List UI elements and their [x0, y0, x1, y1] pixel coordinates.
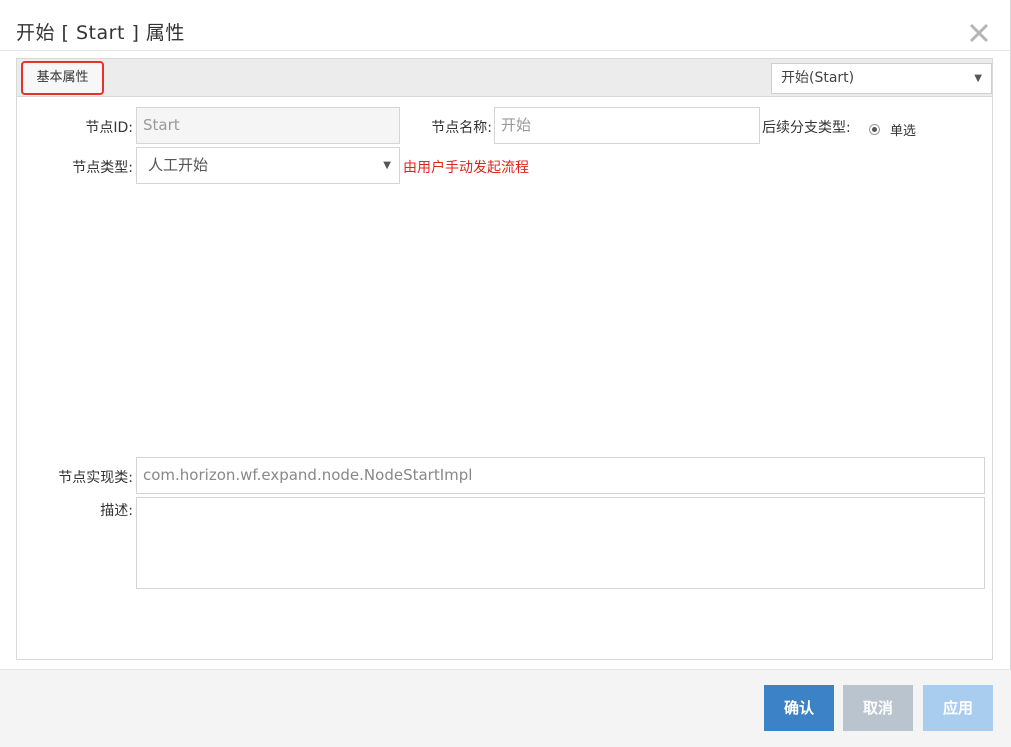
node-type-hint: 由用户手动发起流程: [403, 160, 529, 176]
dialog-footer: 确认 取消 应用: [0, 670, 1011, 747]
close-icon[interactable]: [968, 22, 990, 44]
node-name-field[interactable]: 开始: [494, 107, 760, 144]
branch-type-option-label: 单选: [890, 124, 917, 139]
properties-dialog: 开始 [ Start ] 属性 基本属性 开始(Start) ▼ 节点ID: S…: [0, 0, 1011, 747]
node-type-label: 节点类型:: [72, 160, 133, 176]
confirm-button[interactable]: 确认: [764, 685, 834, 731]
tab-basic-properties[interactable]: 基本属性: [21, 61, 104, 95]
description-textarea[interactable]: [136, 497, 985, 589]
description-label: 描述:: [100, 503, 133, 519]
node-name-label: 节点名称:: [431, 120, 492, 136]
node-type-select[interactable]: 人工开始 ▼: [136, 147, 400, 184]
tab-bar: 基本属性 开始(Start) ▼: [17, 59, 992, 97]
dialog-title: 开始 [ Start ] 属性: [16, 22, 185, 44]
apply-button[interactable]: 应用: [923, 685, 993, 731]
node-type-value: 人工开始: [148, 156, 209, 174]
cancel-button[interactable]: 取消: [843, 685, 913, 731]
node-id-label: 节点ID:: [85, 120, 133, 136]
branch-type-label: 后续分支类型:: [762, 120, 851, 136]
dropdown-arrow-icon: ▼: [974, 73, 982, 84]
node-selector-value: 开始(Start): [781, 70, 855, 86]
node-id-field[interactable]: Start: [136, 107, 400, 144]
impl-class-field[interactable]: com.horizon.wf.expand.node.NodeStartImpl: [136, 457, 985, 494]
header-divider: [0, 50, 1011, 51]
radio-selected-icon: [869, 124, 880, 135]
dropdown-arrow-icon: ▼: [383, 160, 391, 171]
properties-panel: 基本属性 开始(Start) ▼ 节点ID: Start 节点名称: 开始 后续…: [16, 58, 993, 660]
node-selector[interactable]: 开始(Start) ▼: [771, 63, 992, 94]
branch-type-single-radio[interactable]: 单选: [869, 120, 916, 139]
impl-class-label: 节点实现类:: [58, 470, 133, 486]
